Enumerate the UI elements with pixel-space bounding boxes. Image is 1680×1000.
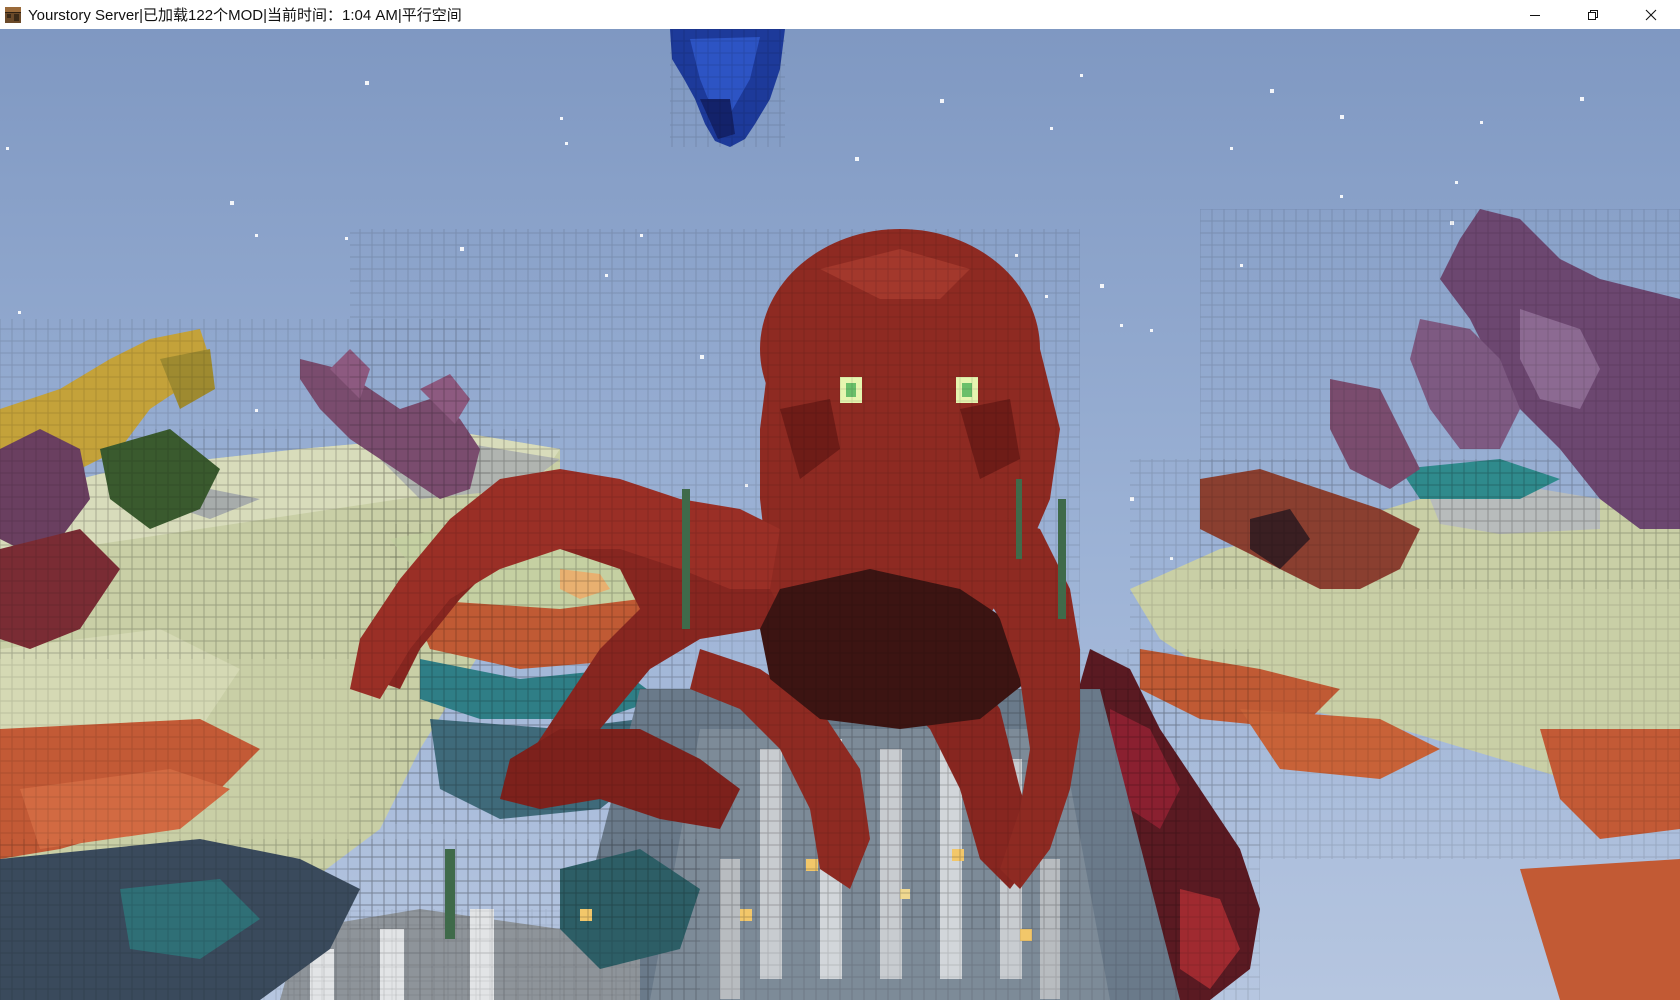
window-title: Yourstory Server|已加载122个MOD|当前时间：1:04 AM… [28, 7, 462, 24]
close-icon [1645, 9, 1657, 20]
game-window: Yourstory Server|已加载122个MOD|当前时间：1:04 AM… [0, 0, 1680, 1000]
restore-icon [1588, 9, 1598, 20]
floating-blue-island [670, 29, 785, 147]
title-bar[interactable]: Yourstory Server|已加载122个MOD|当前时间：1:04 AM… [0, 0, 1680, 29]
crafting-table-icon [5, 6, 21, 23]
maximize-button[interactable] [1564, 0, 1622, 29]
close-button[interactable] [1622, 0, 1680, 29]
game-viewport[interactable] [0, 29, 1680, 1000]
right-coral-plants [1200, 209, 1680, 589]
minimize-icon [1530, 14, 1540, 16]
minimize-button[interactable] [1506, 0, 1564, 29]
window-controls [1506, 0, 1680, 29]
octopus-statue [350, 229, 1080, 929]
game-scene [0, 29, 1680, 1000]
